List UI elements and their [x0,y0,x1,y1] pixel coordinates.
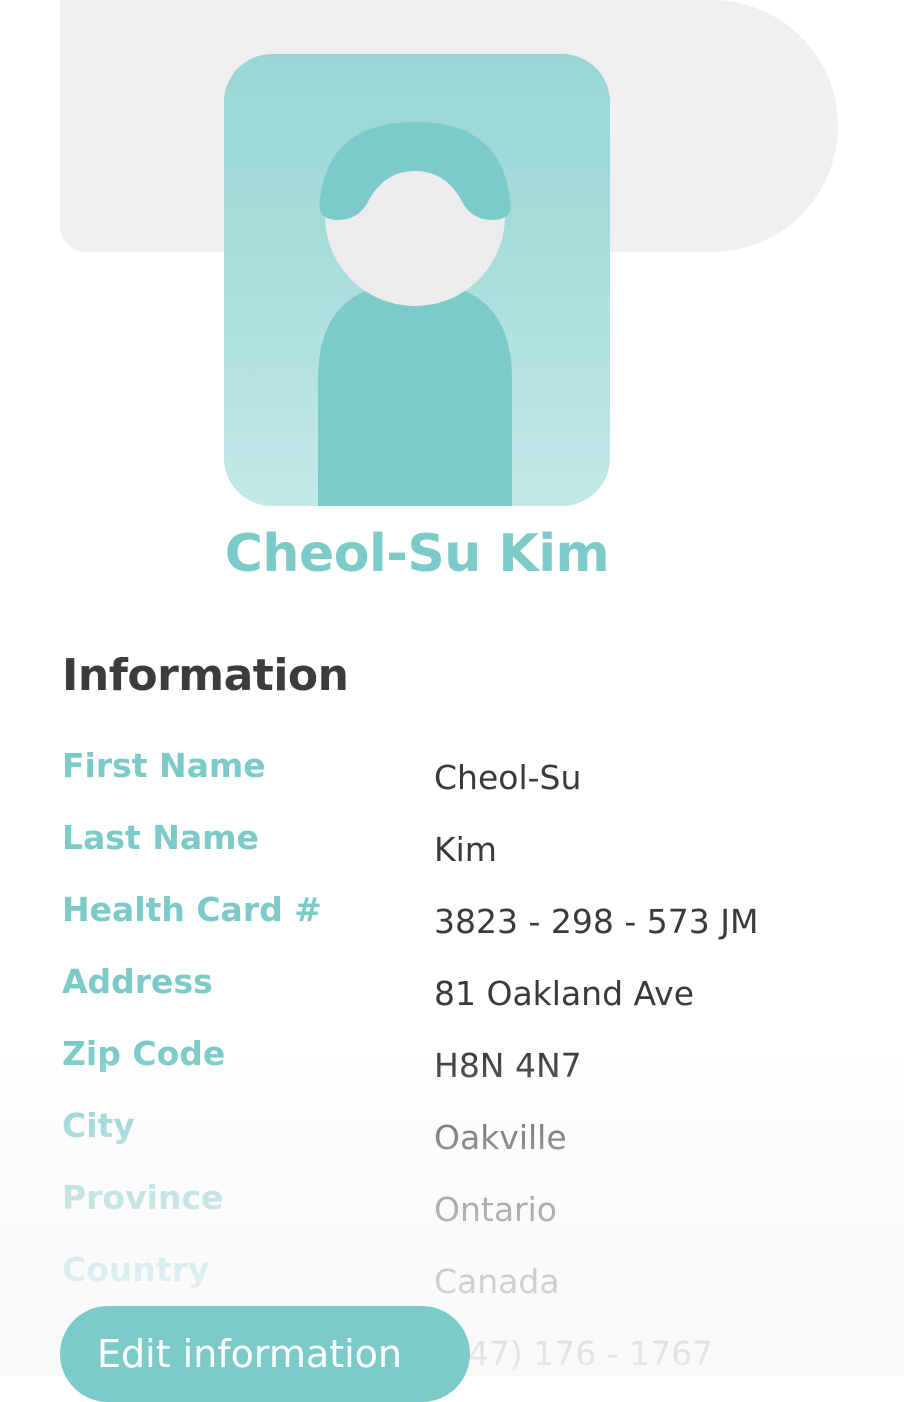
avatar [224,54,610,506]
info-label: Health Card # [62,890,322,929]
info-label: Address [62,962,213,1001]
info-label: Zip Code [62,1034,226,1073]
info-label: First Name [62,746,266,785]
info-label: Country [62,1250,210,1289]
patient-profile-page: Cheol-Su Kim Information First Name Cheol… [0,0,904,1402]
info-row: Address 81 Oakland Ave [0,962,904,1034]
info-row: First Name Cheol-Su [0,746,904,818]
info-label: City [62,1106,135,1145]
info-row: Health Card # 3823 - 298 - 573 JM [0,890,904,962]
info-value: Canada [434,1262,560,1301]
info-value: 81 Oakland Ave [434,974,695,1013]
info-value: (647) 176 - 1767 [434,1334,714,1373]
info-value: Cheol-Su [434,758,582,797]
info-label: Last Name [62,818,259,857]
info-row: City Oakville [0,1106,904,1178]
info-value: Oakville [434,1118,567,1157]
info-row: Last Name Kim [0,818,904,890]
patient-name: Cheol-Su Kim [224,524,610,584]
edit-information-button[interactable]: Edit information [60,1306,470,1402]
info-label: Province [62,1178,224,1217]
user-silhouette-icon [318,122,512,506]
info-value: Ontario [434,1190,557,1229]
info-row: Province Ontario [0,1178,904,1250]
info-value: H8N 4N7 [434,1046,582,1085]
section-title: Information [62,650,349,701]
info-row: Zip Code H8N 4N7 [0,1034,904,1106]
info-value: Kim [434,830,497,869]
info-value: 3823 - 298 - 573 JM [434,902,759,941]
